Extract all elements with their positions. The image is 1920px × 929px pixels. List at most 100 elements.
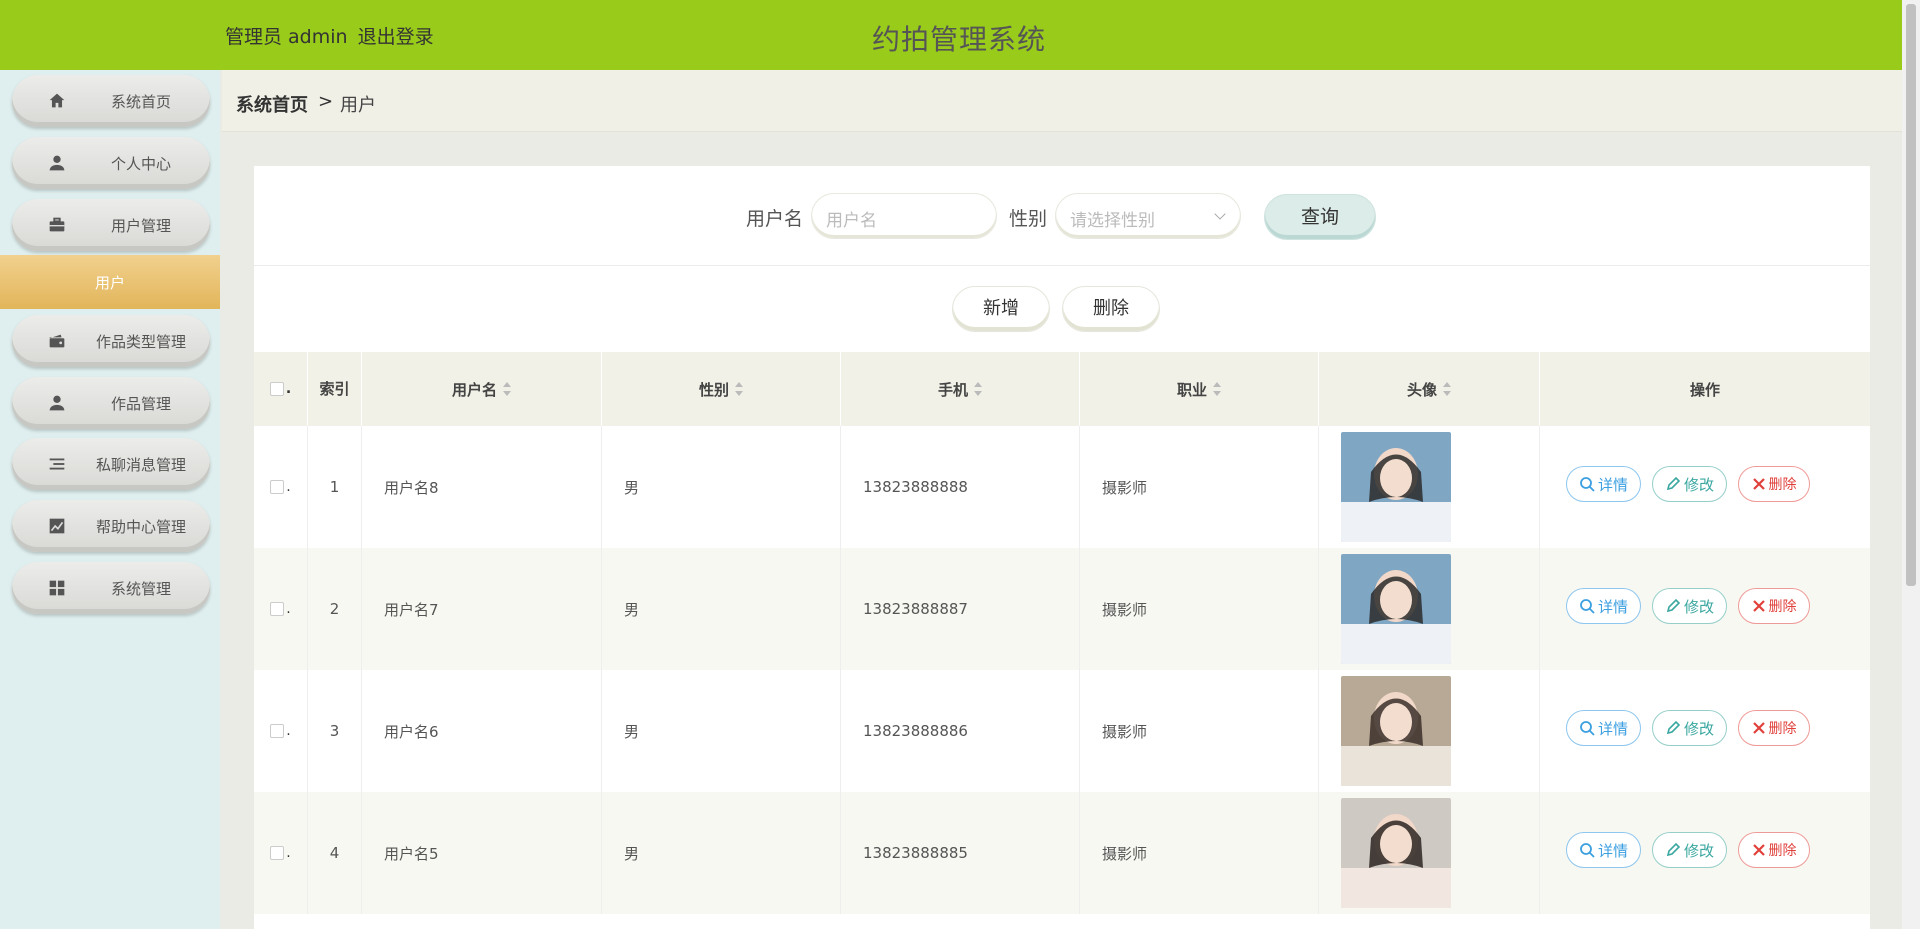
- username-input[interactable]: 用户名: [811, 193, 997, 239]
- row-checkbox[interactable]: [270, 846, 285, 860]
- sidebar-item-work-type[interactable]: 作品类型管理: [12, 315, 210, 367]
- delete-label: 删除: [1768, 599, 1797, 615]
- breadcrumb-current: 用户: [340, 95, 376, 116]
- sidebar-item-label: 系统管理: [110, 580, 171, 598]
- delete-label: 删除: [1768, 843, 1797, 859]
- row-select-cell: .: [254, 548, 308, 670]
- header-job[interactable]: 职业: [1080, 352, 1319, 426]
- edit-button[interactable]: 修改: [1652, 466, 1727, 502]
- sidebar-item-label: 系统首页: [110, 93, 171, 111]
- avatar-image[interactable]: [1341, 676, 1451, 786]
- detail-button[interactable]: 详情: [1566, 710, 1641, 746]
- row-checkbox[interactable]: [270, 480, 285, 494]
- detail-button[interactable]: 详情: [1566, 466, 1641, 502]
- main-panel: 用户名 用户名 性别 请选择性别 查询 新增 删除 . 索引 用户名 性别 手机…: [254, 166, 1870, 929]
- sidebar-item-works[interactable]: 作品管理: [12, 377, 210, 429]
- sort-icon[interactable]: [503, 382, 511, 396]
- list-icon: [49, 458, 65, 470]
- edit-button[interactable]: 修改: [1652, 832, 1727, 868]
- cell-gender: 男: [602, 792, 841, 914]
- wallet-icon: [49, 334, 65, 348]
- sidebar-item-help[interactable]: 帮助中心管理: [12, 500, 210, 552]
- cell-job: 摄影师: [1080, 548, 1319, 670]
- gender-select[interactable]: 请选择性别: [1055, 193, 1241, 239]
- detail-label: 详情: [1597, 841, 1628, 860]
- sort-icon[interactable]: [974, 382, 982, 396]
- scrollbar-thumb[interactable]: [1906, 4, 1916, 586]
- table-row: . 2 用户名7 男 13823888887 摄影师 详情 修改 删除: [254, 548, 1870, 670]
- row-checkbox[interactable]: [270, 724, 285, 738]
- logout-link[interactable]: 退出登录: [358, 26, 434, 48]
- row-checkbox[interactable]: [270, 602, 285, 616]
- detail-button[interactable]: 详情: [1566, 832, 1641, 868]
- edit-label: 修改: [1683, 841, 1714, 860]
- cell-job: 摄影师: [1080, 670, 1319, 792]
- delete-button[interactable]: 删除: [1738, 832, 1810, 868]
- query-button[interactable]: 查询: [1264, 194, 1376, 240]
- cell-phone: 13823888886: [841, 670, 1080, 792]
- sidebar: 系统首页 个人中心 用户管理 用户 作品类型管理 作品管理 私聊消息管理 帮助中…: [0, 70, 220, 929]
- cell-avatar: [1319, 792, 1540, 914]
- header-avatar[interactable]: 头像: [1319, 352, 1540, 426]
- delete-label: 删除: [1768, 477, 1797, 493]
- cell-phone: 13823888887: [841, 548, 1080, 670]
- cell-username: 用户名7: [362, 548, 602, 670]
- sidebar-item-users[interactable]: 用户: [0, 255, 220, 309]
- edit-button[interactable]: 修改: [1652, 710, 1727, 746]
- avatar-image[interactable]: [1341, 798, 1451, 908]
- pencil-icon: [1666, 842, 1681, 857]
- sidebar-item-home[interactable]: 系统首页: [12, 75, 210, 127]
- breadcrumb-home[interactable]: 系统首页: [236, 91, 308, 117]
- edit-label: 修改: [1683, 475, 1714, 494]
- batch-delete-button[interactable]: 删除: [1062, 286, 1160, 332]
- header-gender[interactable]: 性别: [602, 352, 841, 426]
- search-bar: 用户名 用户名 性别 请选择性别 查询: [254, 166, 1870, 266]
- header-username[interactable]: 用户名: [362, 352, 602, 426]
- header-ops: 操作: [1689, 380, 1720, 399]
- cell-index: 4: [308, 792, 362, 914]
- detail-button[interactable]: 详情: [1566, 588, 1641, 624]
- person-icon: [49, 155, 65, 171]
- person-icon: [49, 395, 65, 411]
- detail-label: 详情: [1597, 475, 1628, 494]
- search-icon: [1580, 599, 1595, 614]
- sort-icon[interactable]: [1213, 382, 1221, 396]
- cell-phone: 13823888888: [841, 426, 1080, 548]
- header-job-label: 职业: [1176, 380, 1207, 399]
- row-select-cell: .: [254, 426, 308, 548]
- close-icon: [1752, 600, 1765, 612]
- edit-label: 修改: [1683, 597, 1714, 616]
- close-icon: [1752, 478, 1765, 490]
- sidebar-item-system[interactable]: 系统管理: [12, 562, 210, 614]
- cell-job: 摄影师: [1080, 426, 1319, 548]
- select-all-cell: .: [254, 352, 308, 426]
- add-button[interactable]: 新增: [952, 286, 1050, 332]
- row-select-cell: .: [254, 792, 308, 914]
- pencil-icon: [1666, 720, 1681, 735]
- sidebar-item-personal[interactable]: 个人中心: [12, 137, 210, 189]
- close-icon: [1752, 722, 1765, 734]
- delete-button[interactable]: 删除: [1738, 588, 1810, 624]
- sort-icon[interactable]: [1443, 382, 1451, 396]
- table-row: . 4 用户名5 男 13823888885 摄影师 详情 修改 删除: [254, 792, 1870, 914]
- action-bar: 新增 删除: [254, 266, 1870, 352]
- sidebar-item-messages[interactable]: 私聊消息管理: [12, 438, 210, 490]
- avatar-image[interactable]: [1341, 554, 1451, 664]
- delete-button[interactable]: 删除: [1738, 710, 1810, 746]
- cell-username: 用户名6: [362, 670, 602, 792]
- sort-icon[interactable]: [735, 382, 743, 396]
- avatar-image[interactable]: [1341, 432, 1451, 542]
- app-title: 约拍管理系统: [872, 23, 1047, 56]
- edit-button[interactable]: 修改: [1652, 588, 1727, 624]
- detail-label: 详情: [1597, 597, 1628, 616]
- header-phone[interactable]: 手机: [841, 352, 1080, 426]
- header-user-area: 管理员 admin 退出登录: [225, 22, 444, 49]
- home-icon: [49, 93, 65, 108]
- pencil-icon: [1666, 598, 1681, 613]
- cell-ops: 详情 修改 删除: [1540, 548, 1870, 670]
- sidebar-item-label: 个人中心: [110, 155, 171, 173]
- select-all-checkbox[interactable]: [269, 382, 284, 396]
- table-row: . 1 用户名8 男 13823888888 摄影师 详情 修改 删除: [254, 426, 1870, 548]
- sidebar-item-user-mgmt[interactable]: 用户管理: [12, 199, 210, 251]
- delete-button[interactable]: 删除: [1738, 466, 1810, 502]
